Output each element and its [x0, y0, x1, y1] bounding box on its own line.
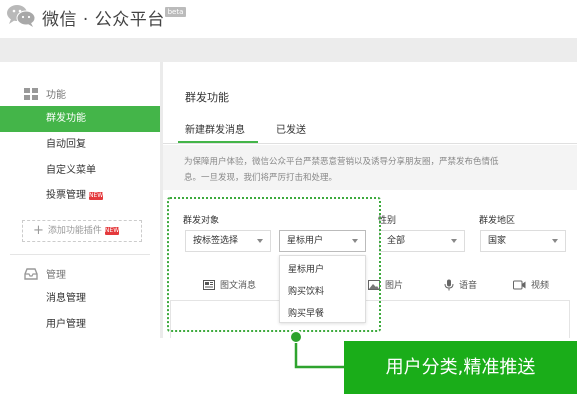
notice-text-line-2: 息。一旦发现，我们将严厉打击和处理。 [184, 173, 338, 183]
add-plugin-button[interactable]: + 添加功能插件 NEW [22, 220, 142, 242]
notice-text-line-1: 为保障用户体验，微信公众平台严禁恶意营销以及诱导分享朋友圈，严禁发布色情低 [184, 157, 499, 167]
top-header: 微信 · 公众平台 beta [0, 0, 577, 38]
gender-select-value: 全部 [387, 236, 406, 246]
message-type-label: 图片 [385, 281, 404, 291]
sidebar-item-label: 群发功能 [46, 113, 86, 124]
active-tab-indicator [178, 141, 258, 143]
tab-divider [163, 143, 577, 144]
new-badge: NEW [104, 227, 120, 235]
sidebar-item-vote[interactable]: 投票管理 NEW [0, 183, 160, 209]
sidebar-group-label: 功能 [46, 90, 66, 101]
page-title: 群发功能 [185, 91, 229, 104]
add-plugin-label: 添加功能插件 [47, 226, 102, 236]
sidebar-item-label: 用户管理 [46, 319, 86, 330]
sidebar-divider [10, 254, 150, 255]
plus-icon: + [33, 223, 44, 238]
grid-icon [24, 87, 38, 100]
sidebar-item-label: 消息管理 [46, 293, 86, 304]
sidebar-item-custom-menu[interactable]: 自定义菜单 [0, 158, 160, 184]
tab-sent[interactable]: 已发送 [276, 121, 306, 136]
inbox-icon [24, 267, 38, 280]
sidebar-item-users[interactable]: 用户管理 [0, 312, 160, 338]
microphone-icon [444, 279, 454, 290]
beta-badge: beta [165, 7, 186, 17]
callout-banner: 用户分类,精准推送 [344, 341, 577, 394]
message-type-label: 语音 [459, 281, 478, 291]
region-select-value: 国家 [488, 236, 507, 246]
gender-select[interactable]: 全部 [379, 230, 465, 252]
sidebar-group-management: 管理 [24, 266, 66, 281]
highlight-dotted-frame [167, 197, 381, 332]
new-badge: NEW [89, 192, 104, 200]
message-type-label: 视频 [531, 281, 550, 291]
region-label: 群发地区 [479, 216, 516, 226]
sidebar-group-features: 功能 [24, 86, 66, 101]
page: 微信 · 公众平台 beta 功能 群发功能 自动回复 自定义菜单 投票管理 NE… [0, 0, 577, 394]
connector-line [289, 330, 345, 369]
chevron-down-icon [451, 239, 457, 243]
sidebar-item-messages[interactable]: 消息管理 [0, 286, 160, 312]
sidebar-item-label: 自动回复 [46, 139, 86, 150]
notice-banner [163, 145, 577, 190]
top-bar [0, 38, 577, 62]
sidebar-item-label: 投票管理 [46, 190, 86, 201]
video-icon [513, 280, 526, 289]
tab-new-mass-message[interactable]: 新建群发消息 [185, 121, 245, 136]
sidebar-item-label: 自定义菜单 [46, 165, 96, 176]
region-select[interactable]: 国家 [480, 230, 566, 252]
sidebar-item-mass-send[interactable]: 群发功能 [0, 106, 160, 132]
wechat-logo-icon [7, 5, 36, 27]
sidebar-item-auto-reply[interactable]: 自动回复 [0, 132, 160, 158]
message-type-voice[interactable]: 语音 [444, 278, 477, 291]
message-type-video[interactable]: 视频 [513, 278, 549, 291]
chevron-down-icon [552, 239, 558, 243]
brand-title: 微信 · 公众平台 [42, 10, 165, 30]
sidebar-group-label: 管理 [46, 270, 66, 281]
